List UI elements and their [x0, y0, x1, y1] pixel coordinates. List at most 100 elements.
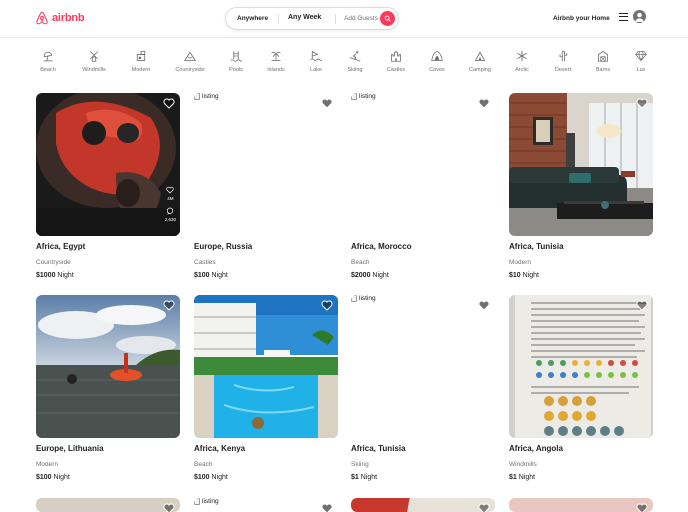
- category-label: Barns: [595, 67, 611, 73]
- category-caves[interactable]: Caves: [417, 50, 457, 73]
- category-camping[interactable]: Camping: [460, 50, 500, 73]
- listing-photo-image: [194, 295, 338, 438]
- category-pools[interactable]: Pools: [216, 50, 256, 73]
- category-label: Beach: [40, 67, 56, 73]
- listing-price-unit: Night: [518, 474, 536, 481]
- cave-icon: [431, 51, 443, 61]
- category-beach[interactable]: Beach: [28, 50, 68, 73]
- listing-photo[interactable]: [509, 295, 653, 438]
- category-arctic[interactable]: Arctic: [502, 50, 542, 73]
- search-bar[interactable]: Anywhere Any Week Add Guests: [225, 7, 399, 30]
- listing-photo[interactable]: [509, 498, 653, 512]
- search-button[interactable]: [380, 11, 395, 26]
- search-add-guests[interactable]: Add Guests: [344, 15, 378, 22]
- favorite-heart-icon[interactable]: [478, 503, 490, 512]
- listing-category: Beach: [351, 259, 370, 266]
- broken-image-placeholder: listing: [194, 93, 219, 100]
- listing-card[interactable]: Europe, Lithuania Modern $100 Night: [36, 295, 180, 490]
- user-menu-button[interactable]: [619, 10, 646, 23]
- listing-photo[interactable]: listing: [194, 93, 338, 236]
- category-bar: Beach Windmills Modern Countryside Pools…: [0, 38, 688, 80]
- category-label: Arctic: [515, 67, 529, 73]
- listing-category: Windmills: [509, 461, 537, 468]
- listing-price: $2000 Night: [351, 272, 389, 279]
- listing-price: $1 Night: [509, 474, 535, 481]
- category-barns[interactable]: Barns: [583, 50, 623, 73]
- listing-photo[interactable]: listing: [351, 295, 495, 438]
- listing-category: Countryside: [36, 259, 71, 266]
- favorite-heart-icon[interactable]: [321, 98, 333, 109]
- heart-outline-icon: [166, 186, 175, 194]
- favorite-heart-icon[interactable]: [321, 503, 333, 512]
- listing-card[interactable]: 4M 2,630 Africa, Egypt Countryside $1000…: [36, 93, 180, 288]
- listing-photo-image: [509, 295, 653, 438]
- listing-photo[interactable]: [194, 295, 338, 438]
- listing-photo[interactable]: listing: [194, 498, 338, 512]
- listing-price-unit: Night: [211, 272, 228, 279]
- tent-icon: [474, 51, 486, 61]
- listing-photo-image: [36, 295, 180, 438]
- listing-price: $100 Night: [194, 474, 228, 481]
- listing-card[interactable]: Africa, Kenya Beach $100 Night: [194, 295, 338, 490]
- category-countryside[interactable]: Countryside: [170, 50, 210, 73]
- favorite-heart-icon[interactable]: [636, 98, 648, 109]
- favorite-heart-icon[interactable]: [163, 98, 175, 109]
- listing-card[interactable]: [351, 498, 495, 512]
- listing-photo[interactable]: [509, 93, 653, 236]
- listing-location: Africa, Egypt: [36, 242, 86, 251]
- listing-price-value: $100: [36, 474, 52, 481]
- listing-card[interactable]: Africa, Tunisia Modern $10 Night: [509, 93, 653, 288]
- listing-price-unit: Night: [372, 272, 389, 279]
- listing-photo[interactable]: [36, 295, 180, 438]
- category-windmills[interactable]: Windmills: [74, 50, 114, 73]
- airbnb-logo[interactable]: airbnb: [35, 11, 85, 25]
- lake-icon: [310, 50, 322, 61]
- listing-location: Europe, Lithuania: [36, 444, 104, 453]
- listing-photo[interactable]: [351, 498, 495, 512]
- listing-photo[interactable]: 4M 2,630: [36, 93, 180, 236]
- category-lux[interactable]: Lux: [621, 50, 661, 73]
- photo-like-count: 4M: [167, 196, 174, 201]
- favorite-heart-icon[interactable]: [163, 503, 175, 512]
- category-label: Modern: [131, 67, 151, 73]
- favorite-heart-icon[interactable]: [321, 300, 333, 311]
- listing-card[interactable]: listing Africa, Tunisia Skiing $1 Night: [351, 295, 495, 490]
- listing-price-value: $2000: [351, 272, 371, 279]
- category-skiing[interactable]: Skiing: [335, 50, 375, 73]
- listing-location: Africa, Kenya: [194, 444, 246, 453]
- image-alt-text: listing: [359, 295, 376, 302]
- listing-price-value: $1: [509, 474, 517, 481]
- listing-price: $100 Night: [194, 272, 228, 279]
- category-label: Desert: [554, 67, 572, 73]
- listing-card[interactable]: listing Europe, Russia Castles $100 Nigh…: [194, 93, 338, 288]
- search-divider: [278, 14, 279, 24]
- listing-photo[interactable]: [36, 498, 180, 512]
- favorite-heart-icon[interactable]: [478, 300, 490, 311]
- favorite-heart-icon[interactable]: [636, 300, 648, 311]
- category-castles[interactable]: Castles: [376, 50, 416, 73]
- category-lake[interactable]: Lake: [296, 50, 336, 73]
- listing-photo[interactable]: listing: [351, 93, 495, 236]
- favorite-heart-icon[interactable]: [478, 98, 490, 109]
- category-label: Windmills: [82, 67, 106, 73]
- search-any-week[interactable]: Any Week: [288, 14, 321, 21]
- listing-price: $100 Night: [36, 474, 70, 481]
- listing-card[interactable]: [509, 498, 653, 512]
- category-islands[interactable]: Islands: [256, 50, 296, 73]
- listing-category: Beach: [194, 461, 213, 468]
- favorite-heart-icon[interactable]: [636, 503, 648, 512]
- listing-card[interactable]: listing: [194, 498, 338, 512]
- listing-location: Europe, Russia: [194, 242, 253, 251]
- category-modern[interactable]: Modern: [121, 50, 161, 73]
- category-label: Countryside: [175, 67, 205, 73]
- broken-image-placeholder: listing: [194, 498, 219, 505]
- listing-price: $1 Night: [351, 474, 377, 481]
- photo-stats: 4M 2,630: [165, 186, 176, 222]
- listing-card[interactable]: listing Africa, Morocco Beach $2000 Nigh…: [351, 93, 495, 288]
- listing-card[interactable]: Africa, Angola Windmills $1 Night: [509, 295, 653, 490]
- airbnb-your-home-link[interactable]: Airbnb your Home: [553, 15, 610, 22]
- listing-card[interactable]: [36, 498, 180, 512]
- search-anywhere[interactable]: Anywhere: [237, 15, 268, 22]
- category-desert[interactable]: Desert: [543, 50, 583, 73]
- favorite-heart-icon[interactable]: [163, 300, 175, 311]
